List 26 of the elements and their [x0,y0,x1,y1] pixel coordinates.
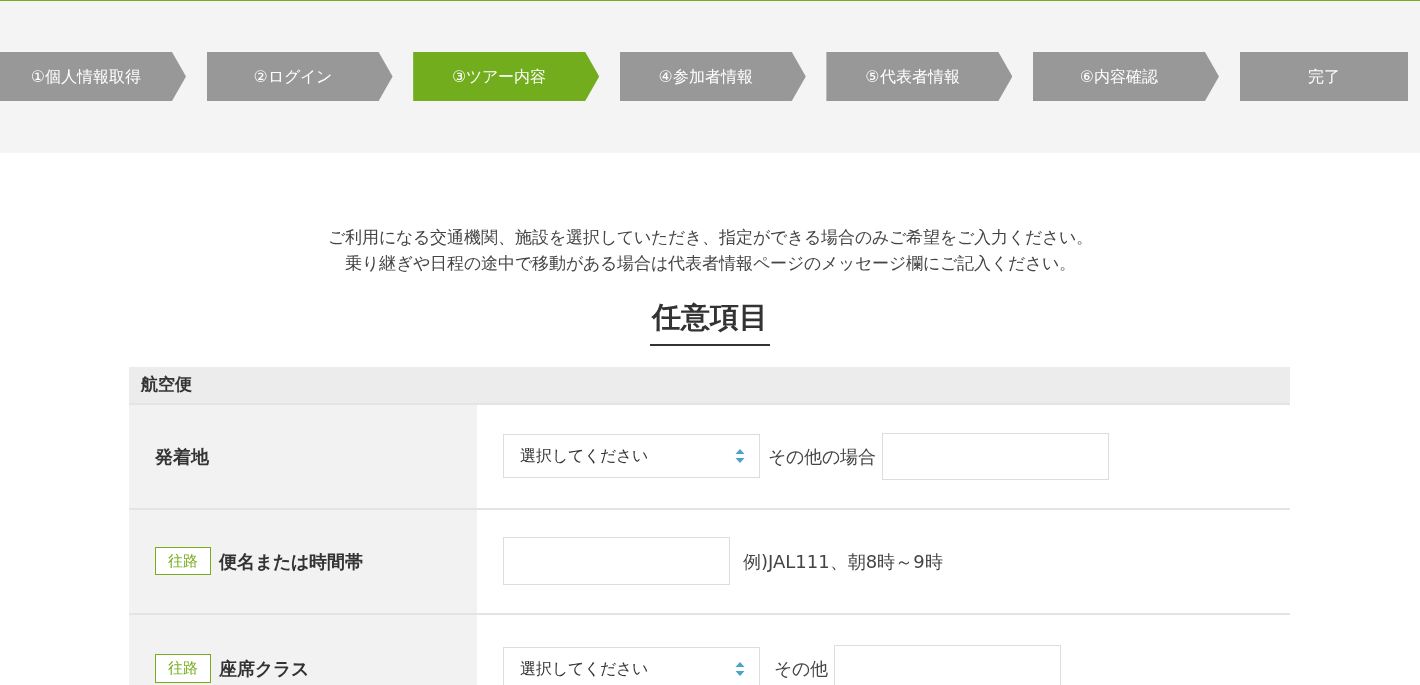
select-dropdown[interactable]: 選択してください [503,646,760,685]
example-text: 例)JAL111、朝8時～9時 [743,549,943,574]
select-arrows-icon [735,660,745,677]
row-label: 発着地 [155,444,209,469]
intro-text: 乗り継ぎや日程の途中で移動がある場合は代表者情報ページのメッセージ欄にご記入ください。 [344,252,1076,275]
step-item: ⑥内容確認 [1032,52,1219,101]
section-heading: 任意項目 [650,296,770,346]
row-label: 便名または時間帯 [219,549,363,574]
other-label: その他の場合 [768,444,876,469]
step-item: ③ツアー内容 [413,52,600,101]
other-label: その他 [774,657,828,681]
step-item: ④参加者情報 [619,52,806,101]
row-label: 座席クラス [219,657,309,681]
select-dropdown[interactable]: 選択してください [503,434,760,478]
select-arrows-icon [735,448,745,464]
intro-text: ご利用になる交通機関、施設を選択していただき、指定ができる場合のみご希望をご入力ください。 [327,226,1093,249]
step-item: 完了 [1239,52,1408,101]
step-item: ⑤代表者情報 [826,52,1013,101]
other-input-field[interactable] [882,432,1109,480]
route-tag: 往路 [155,654,211,683]
step-item: ①個人情報取得 [0,52,186,101]
flight-input-field[interactable] [503,537,730,585]
step-item: ②ログイン [206,52,393,101]
other-input-field[interactable] [834,645,1061,685]
route-tag: 往路 [155,546,211,576]
table-section-header: 航空便 [129,366,1290,403]
